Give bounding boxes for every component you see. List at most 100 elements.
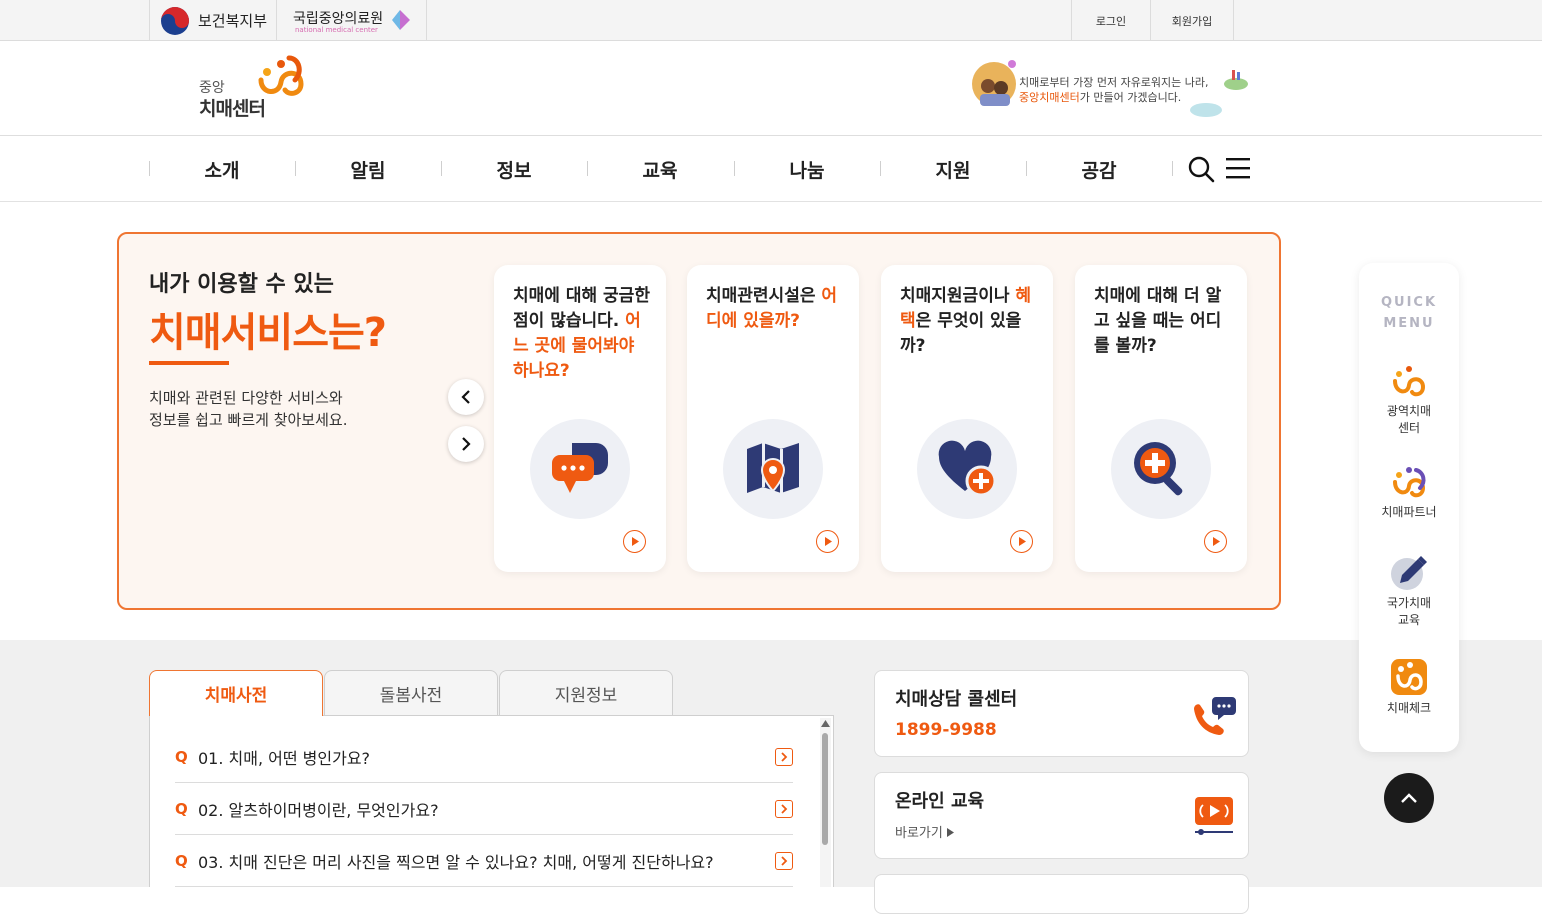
menu-icon[interactable] <box>1226 157 1250 179</box>
chevron-up-icon <box>1401 793 1417 803</box>
service-card[interactable]: 치매에 대해 더 알고 싶을 때는 어디를 볼까? <box>1075 265 1247 572</box>
logo-main-text: 치매센터 <box>199 98 266 120</box>
online-education-link[interactable]: 바로가기 <box>895 822 954 841</box>
nav-item-notice[interactable]: 알림 <box>295 136 441 202</box>
faq-item[interactable]: Q 01. 치매, 어떤 병인가요? <box>175 731 793 783</box>
pencil-icon <box>1391 556 1427 590</box>
quick-item-regional-center[interactable]: 광역치매센터 <box>1359 365 1459 437</box>
slogan-line2-rest: 가 만들어 가겠습니다. <box>1079 91 1182 104</box>
taegeuk-icon <box>161 6 189 35</box>
quick-item-label: 치매체크 <box>1359 700 1459 717</box>
quick-menu-title-1: QUICK <box>1380 295 1438 310</box>
play-icon <box>1018 537 1026 546</box>
online-education-link-label: 바로가기 <box>895 826 943 841</box>
card-text-plain: 치매에 대해 더 알고 싶을 때는 어디를 볼까? <box>1094 286 1222 356</box>
faq-item[interactable]: Q 02. 알츠하이머병이란, 무엇인가요? <box>175 783 793 835</box>
gov-logo-link[interactable]: 보건복지부 <box>149 0 277 41</box>
tab-dementia-dictionary[interactable]: 치매사전 <box>149 670 323 716</box>
services-title-big: 치매서비스는? <box>149 310 387 356</box>
quick-label-line1: 치매파트너 <box>1381 505 1437 519</box>
partner-logo-icon <box>1393 467 1426 498</box>
quick-label-line1: 광역치매 <box>1386 404 1432 418</box>
services-desc-line2: 정보를 쉽고 빠르게 찾아보세요. <box>149 411 348 429</box>
card-go-button[interactable] <box>1204 530 1227 553</box>
phone-chat-icon <box>1194 697 1236 735</box>
tab-support-info[interactable]: 지원정보 <box>499 670 673 716</box>
scroll-up-icon[interactable] <box>821 720 830 727</box>
search-icon[interactable] <box>1187 155 1215 183</box>
nmc-sub: national medical center <box>295 26 378 34</box>
service-card[interactable]: 치매지원금이나 혜택은 무엇이 있을까? <box>881 265 1053 572</box>
services-title-small: 내가 이용할 수 있는 <box>149 272 334 297</box>
login-link[interactable]: 로그인 <box>1071 0 1150 41</box>
service-card[interactable]: 치매에 대해 궁금한 점이 많습니다. 어느 곳에 물어봐야 하나요? <box>494 265 666 572</box>
logo-mark-icon <box>258 55 304 96</box>
info-card-next[interactable] <box>874 874 1249 914</box>
chevron-right-icon <box>775 799 793 818</box>
nav-item-support[interactable]: 지원 <box>880 136 1026 202</box>
magnifier-plus-icon <box>1134 442 1183 496</box>
card-icon-circle <box>1111 419 1211 519</box>
chevron-right-icon <box>462 437 471 451</box>
gov-label: 보건복지부 <box>198 12 268 30</box>
quick-item-label: 광역치매센터 <box>1359 403 1459 437</box>
slogan-illustration-icon <box>972 60 1016 106</box>
online-education-card[interactable]: 온라인 교육 바로가기 <box>874 772 1249 859</box>
service-card-text: 치매에 대해 더 알고 싶을 때는 어디를 볼까? <box>1094 284 1234 359</box>
nmc-logo-link[interactable]: 국립중앙의료원 national medical center <box>277 0 427 41</box>
services-underline <box>149 361 229 365</box>
carousel-prev-button[interactable] <box>448 379 484 415</box>
map-pin-icon <box>747 443 799 493</box>
nav-item-intro[interactable]: 소개 <box>149 136 295 202</box>
scroll-to-top-button[interactable] <box>1384 773 1434 823</box>
quick-menu-title-2: MENU <box>1383 316 1435 331</box>
slogan-deco-icon <box>1190 70 1248 117</box>
quick-item-label: 치매파트너 <box>1359 504 1459 521</box>
card-icon-circle <box>723 419 823 519</box>
nmc-label: 국립중앙의료원 <box>293 11 384 27</box>
card-go-button[interactable] <box>623 530 646 553</box>
carousel-next-button[interactable] <box>448 426 484 462</box>
quick-item-national-education[interactable]: 국가치매교육 <box>1359 553 1459 629</box>
tab-care-dictionary[interactable]: 돌봄사전 <box>324 670 498 716</box>
quick-item-label: 국가치매교육 <box>1359 595 1459 629</box>
faq-q-mark: Q <box>175 799 188 818</box>
callcenter-title: 치매상담 콜센터 <box>895 689 1018 710</box>
chevron-right-icon <box>775 747 793 766</box>
faq-q-mark: Q <box>175 747 188 766</box>
faq-question: 03. 치매 진단은 머리 사진을 찍으면 알 수 있나요? 치매, 어떻게 진… <box>198 852 714 872</box>
quick-label-line2: 교육 <box>1397 613 1421 627</box>
quick-label-line1: 국가치매 <box>1386 596 1432 610</box>
heart-plus-icon <box>938 440 997 497</box>
nav-item-sharing[interactable]: 나눔 <box>734 136 880 202</box>
service-card-text: 치매에 대해 궁금한 점이 많습니다. 어느 곳에 물어봐야 하나요? <box>513 284 653 384</box>
card-icon-circle <box>917 419 1017 519</box>
quick-item-partner[interactable]: 치매파트너 <box>1359 466 1459 521</box>
nav-item-education[interactable]: 교육 <box>587 136 733 202</box>
faq-scrollbar-thumb[interactable] <box>822 733 828 845</box>
play-icon <box>631 537 639 546</box>
services-desc-line1: 치매와 관련된 다양한 서비스와 <box>149 389 343 407</box>
nmc-logo-icon <box>392 10 410 30</box>
service-card[interactable]: 치매관련시설은 어디에 있을까? <box>687 265 859 572</box>
quick-item-dementia-check[interactable]: 치매체크 <box>1359 658 1459 717</box>
chevron-left-icon <box>461 390 470 404</box>
caret-right-icon <box>946 828 954 837</box>
faq-question: 01. 치매, 어떤 병인가요? <box>198 748 371 768</box>
chevron-right-icon <box>775 851 793 870</box>
quick-label-line1: 치매체크 <box>1386 701 1432 715</box>
nav-item-info[interactable]: 정보 <box>441 136 587 202</box>
dementia-check-icon <box>1391 659 1427 695</box>
card-go-button[interactable] <box>816 530 839 553</box>
faq-item[interactable]: Q 03. 치매 진단은 머리 사진을 찍으면 알 수 있나요? 치매, 어떻게… <box>175 835 793 887</box>
nav-item-empathy[interactable]: 공감 <box>1026 136 1172 202</box>
card-go-button[interactable] <box>1010 530 1033 553</box>
card-text-plain: 치매관련시설은 <box>706 286 822 306</box>
quick-label-line2: 센터 <box>1397 421 1421 435</box>
nav-divider <box>1172 161 1173 176</box>
online-education-title: 온라인 교육 <box>895 791 985 812</box>
callcenter-card[interactable]: 치매상담 콜센터 1899-9988 <box>874 670 1249 757</box>
faq-question: 02. 알츠하이머병이란, 무엇인가요? <box>198 800 439 820</box>
signup-link[interactable]: 회원가입 <box>1150 0 1234 41</box>
service-card-text: 치매관련시설은 어디에 있을까? <box>706 284 846 334</box>
